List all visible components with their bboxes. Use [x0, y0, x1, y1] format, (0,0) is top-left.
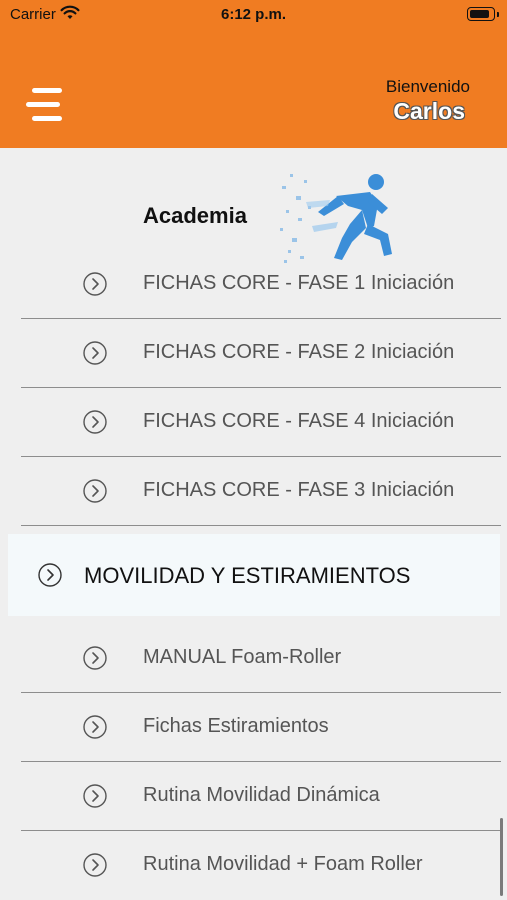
list-item-label: Fichas Estiramientos	[143, 715, 329, 737]
chevron-right-circle-icon	[83, 410, 107, 434]
status-bar: Carrier 6:12 p.m.	[0, 0, 507, 28]
list-item-label: FICHAS CORE - FASE 4 Iniciación	[143, 410, 455, 432]
hamburger-menu-icon[interactable]	[24, 88, 64, 124]
clock: 6:12 p.m.	[220, 6, 287, 23]
list-item[interactable]: MANUAL Foam-Roller	[21, 624, 501, 693]
battery-icon	[467, 7, 499, 21]
section-header-label: MOVILIDAD Y ESTIRAMIENTOS	[84, 563, 411, 588]
list-item-label: FICHAS CORE - FASE 1 Iniciación	[143, 272, 455, 294]
course-list: FICHAS CORE - FASE 1 Iniciación FICHAS C…	[0, 270, 507, 900]
user-name: Carlos	[393, 98, 465, 124]
chevron-right-circle-icon	[83, 341, 107, 365]
academy-banner: Academia	[0, 148, 507, 270]
list-item[interactable]: FICHAS CORE - FASE 4 Iniciación	[21, 388, 501, 457]
runner-logo	[280, 174, 392, 263]
list-item[interactable]: FICHAS CORE - FASE 2 Iniciación	[21, 319, 501, 388]
academy-title: Academia	[143, 203, 247, 228]
chevron-right-circle-icon	[83, 715, 107, 739]
chevron-right-circle-icon	[83, 784, 107, 808]
list-item[interactable]: FICHAS CORE - FASE 1 Iniciación	[21, 270, 501, 319]
chevron-right-circle-icon	[83, 479, 107, 503]
list-item-label: MANUAL Foam-Roller	[143, 646, 342, 668]
welcome-label: Bienvenido	[385, 77, 470, 96]
chevron-right-circle-icon	[83, 646, 107, 670]
chevron-right-circle-icon	[38, 563, 62, 587]
list-item[interactable]: Rutina Movilidad Dinámica	[21, 762, 501, 831]
list-item[interactable]: Fichas Estiramientos	[21, 693, 501, 762]
list-item-label: FICHAS CORE - FASE 3 Iniciación	[143, 479, 455, 501]
list-item[interactable]: FICHAS CORE - FASE 3 Iniciación	[21, 457, 501, 526]
app-header: Bienvenido Carlos	[0, 28, 507, 148]
chevron-right-circle-icon	[83, 272, 107, 296]
list-item-label: Rutina Movilidad Dinámica	[143, 784, 380, 806]
list-item-label: Rutina Movilidad + Foam Roller	[143, 853, 423, 875]
scrollbar[interactable]	[500, 818, 503, 896]
chevron-right-circle-icon	[83, 853, 107, 877]
list-item[interactable]: Rutina Movilidad + Foam Roller	[21, 831, 501, 899]
list-item-label: FICHAS CORE - FASE 2 Iniciación	[143, 341, 455, 363]
section-header-movilidad[interactable]: MOVILIDAD Y ESTIRAMIENTOS	[8, 534, 500, 616]
